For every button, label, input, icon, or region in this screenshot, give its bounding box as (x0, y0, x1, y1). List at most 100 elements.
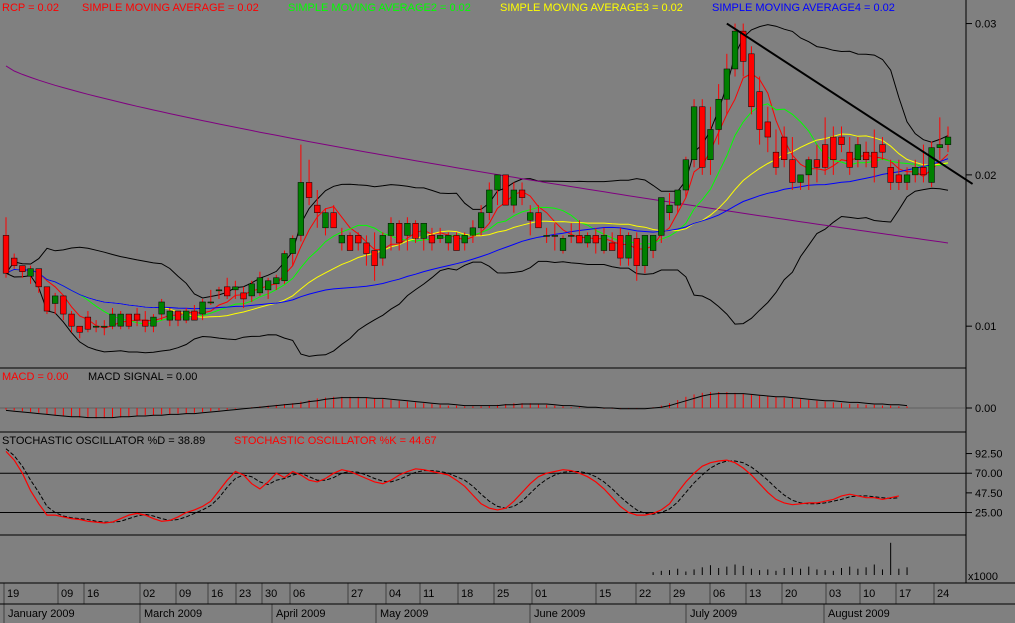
candle-body (109, 313, 116, 327)
candle-body (43, 286, 51, 312)
stochastic-axis-label: 92.50 (975, 449, 1003, 461)
candle-body (19, 265, 26, 272)
candle-body (11, 257, 18, 266)
candle-body (232, 286, 239, 291)
candle-body (281, 253, 288, 282)
candle-body (183, 310, 190, 321)
date-axis-day-label: 25 (497, 588, 509, 600)
candle-body (887, 167, 894, 183)
candle-body (756, 91, 763, 130)
date-axis-day-label: 20 (785, 588, 797, 600)
candle-body (486, 189, 493, 213)
candle-body (371, 250, 378, 266)
candle-body (805, 159, 812, 176)
candle-body (248, 283, 255, 297)
candle-body (518, 189, 526, 198)
candle-body (527, 212, 534, 221)
candle-body (125, 313, 132, 327)
date-axis-day-label: 16 (211, 588, 223, 600)
candle-body (625, 235, 632, 259)
candle-body (649, 235, 657, 251)
price-axis-label: 0.03 (975, 19, 996, 31)
legend-stoch-d: STOCHASTIC OSCILLATOR %D = 38.89 (2, 435, 205, 447)
candle-body (428, 235, 436, 244)
candle-body (682, 159, 689, 191)
candle-body (174, 310, 182, 321)
candle-body (207, 301, 214, 304)
candle-body (903, 174, 911, 183)
candle-body (617, 235, 624, 259)
legend-sma1: SIMPLE MOVING AVERAGE = 0.02 (82, 2, 259, 14)
candle-body (412, 223, 419, 239)
legend-stoch-k: STOCHASTIC OSCILLATOR %K = 44.67 (234, 435, 437, 447)
date-axis-day-label: 19 (7, 588, 19, 600)
candle-body (101, 325, 108, 328)
volume-unit-label: x1000 (968, 571, 998, 583)
candle-body (838, 136, 845, 145)
candle-body (289, 238, 296, 254)
candle-body (420, 223, 427, 239)
candle-body (330, 212, 337, 229)
candle-body (92, 325, 100, 328)
date-axis-day-label: 24 (937, 588, 949, 600)
date-axis-day-label: 13 (749, 588, 761, 600)
candle-body (944, 136, 952, 145)
date-axis-month-label: January 2009 (8, 608, 75, 620)
candle-body (674, 189, 681, 206)
candle-body (35, 268, 42, 288)
candle-body (551, 235, 558, 237)
candle-body (772, 151, 780, 168)
candle-body (2, 235, 10, 274)
candle-body (494, 174, 501, 191)
candle-body (338, 235, 345, 244)
candle-body (215, 289, 223, 292)
date-axis-day-label: 09 (61, 588, 73, 600)
candle-body (445, 235, 452, 244)
candle-body (502, 174, 509, 206)
date-axis-month-label: May 2009 (380, 608, 428, 620)
candle-body (715, 98, 722, 130)
candle-body (355, 235, 362, 244)
legend-sma3: SIMPLE MOVING AVERAGE3 = 0.02 (500, 2, 683, 14)
date-axis-day-label: 04 (389, 588, 401, 600)
candle-body (879, 144, 886, 153)
candle-body (846, 151, 853, 168)
candle-body (265, 280, 272, 291)
candle-body (707, 129, 714, 160)
candle-body (781, 136, 788, 160)
date-axis-day-label: 29 (673, 588, 685, 600)
candle-body (52, 295, 59, 304)
candle-body (346, 235, 354, 251)
candle-body (396, 223, 403, 244)
candle-body (256, 277, 264, 294)
candle-body (133, 313, 141, 321)
date-axis-day-label: 02 (143, 588, 155, 600)
date-axis-month-label: August 2009 (828, 608, 890, 620)
date-axis-day-label: 15 (599, 588, 611, 600)
candle-body (84, 316, 92, 330)
candle-body (363, 242, 370, 254)
candle-body (453, 235, 460, 251)
candle-body (699, 106, 706, 168)
candle-body (273, 277, 280, 285)
legend-macd: MACD = 0.00 (2, 371, 68, 383)
legend-price: RCP = 0.02 (2, 2, 59, 14)
candle-body (166, 310, 173, 321)
date-axis-month-label: March 2009 (144, 608, 202, 620)
date-axis-day-label: 17 (899, 588, 911, 600)
candle-body (27, 268, 34, 277)
stochastic-axis-label: 47.50 (975, 488, 1003, 500)
candle-body (142, 319, 149, 327)
candle-body (191, 310, 198, 321)
stochastic-axis-label: 25.00 (975, 508, 1003, 520)
chart-background (0, 0, 1015, 623)
candle-body (600, 235, 608, 251)
date-axis-day-label: 01 (535, 588, 547, 600)
legend-sma4: SIMPLE MOVING AVERAGE4 = 0.02 (712, 2, 895, 14)
stochastic-axis-label: 70.00 (975, 468, 1003, 480)
candle-body (666, 204, 673, 213)
candle-body (854, 144, 862, 160)
stock-chart: 0.03 0.02 0.01 0.00 92.50 70.00 47.50 25.00 19 09… (0, 0, 1015, 623)
candle-body (240, 292, 247, 300)
price-axis-label: 0.02 (975, 170, 996, 182)
